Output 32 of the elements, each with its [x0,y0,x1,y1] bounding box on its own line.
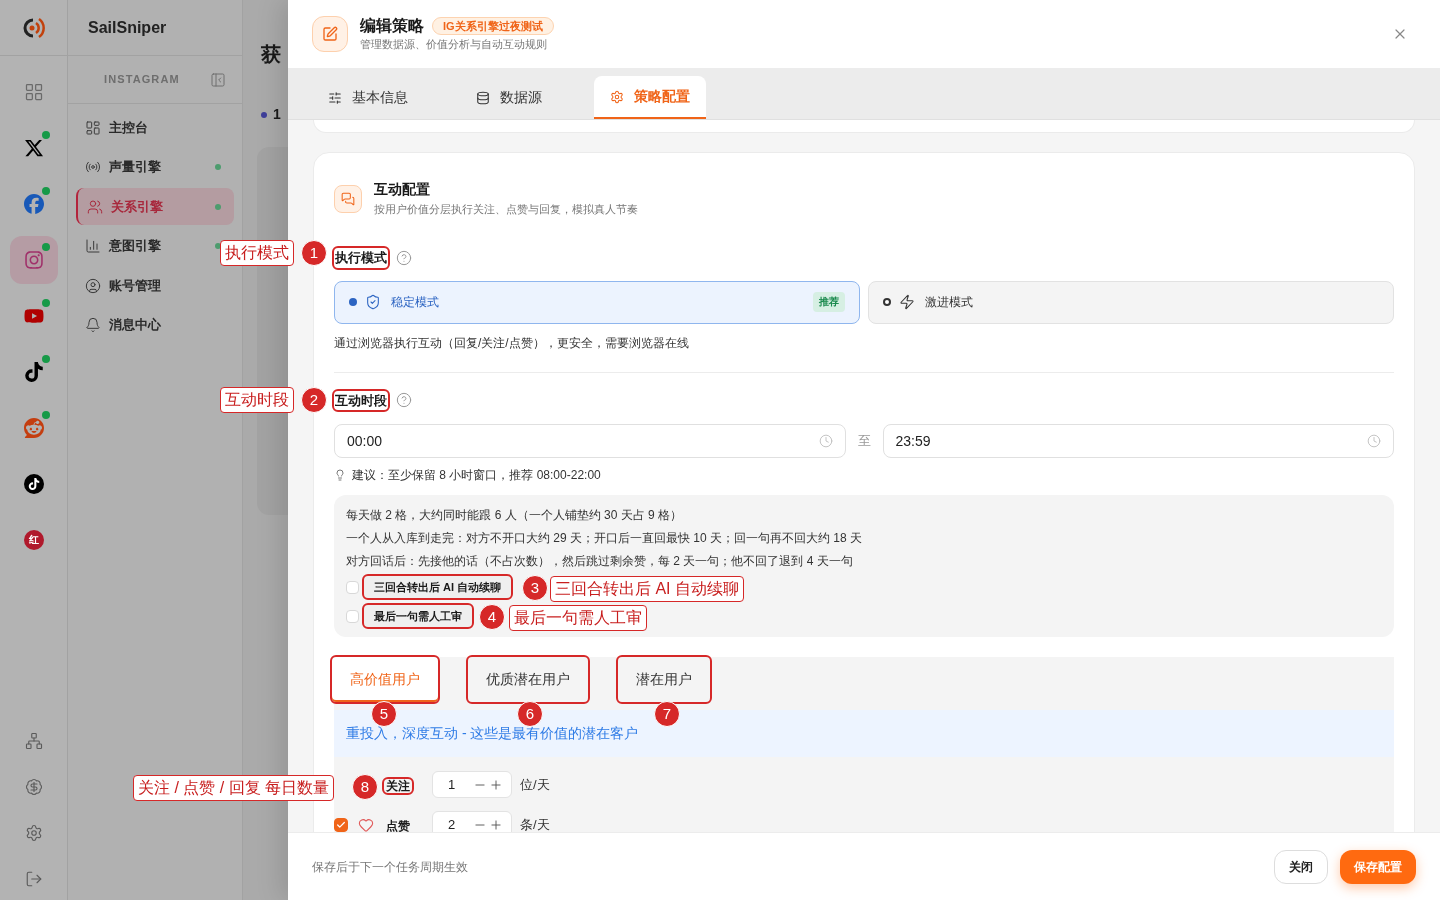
action-label: 点赞 [385,818,411,832]
summary-line: 一个人从入库到走完：对方不开口大约 29 天；开口后一直回最快 10 天；回一句再不回大约 18 天 [346,530,864,547]
field-label: 互动时段 [334,390,388,410]
annotation-tooltip: 关注 / 点赞 / 回复 每日数量 [133,775,335,801]
summary-line: 对方回话后：先接他的话（不占次数），然后跳过剩余赞，每 2 天一句；他不回了退到 4 天一句 [346,553,854,570]
annotation-tooltip: 最后一句需人工审 [509,605,647,631]
section-subtitle: 按用户价值分层执行关注、点赞与回复，模拟真人节奏 [374,202,638,217]
annotation-tooltip: 三回合转出后 AI 自动续聊 [550,576,744,602]
drawer-subtitle: 管理数据源、价值分析与自动互动规则 [360,37,548,52]
option-label: 三回合转出后 AI 自动续聊 [364,576,512,598]
app-name: SailSniper [88,17,167,38]
summary-line: 每天做 2 格，大约同时能跟 6 人（一个人铺垫约 30 天占 9 格） [346,507,684,524]
step-number: 1 [273,105,281,124]
section-title: 互动配置 [374,180,431,199]
footer-note: 保存后于下一个任务周期生效 [312,858,468,876]
range-separator: 至 [857,432,871,451]
annotation-tooltip: 互动时段 [220,387,294,413]
recommended-badge: 推荐 [813,292,845,312]
option-label: 最后一句需人工审 [364,605,472,627]
mode-description: 通过浏览器执行互动（回复/关注/点赞），更安全，需要浏览器在线 [334,334,690,352]
schedule-tip: 建议：至少保留 8 小时窗口，推荐 08:00-22:00 [352,467,601,484]
strategy-tag: IG关系引擎过夜测试 [432,17,554,35]
drawer-title: 编辑策略 [360,16,424,36]
page-title: 获 [261,44,281,64]
unit-label: 位/天 [520,775,550,794]
app-logo-icon: 红 [23,530,44,550]
unit-label: 条/天 [520,815,550,832]
tier-description: 重投入，深度互动 - 这些是最有价值的潜在客户 [346,724,639,743]
field-label: 执行模式 [334,248,388,268]
action-label: 关注 [384,778,412,793]
annotation-tooltip: 执行模式 [220,240,294,266]
section-title: INSTAGRAM [104,72,180,88]
